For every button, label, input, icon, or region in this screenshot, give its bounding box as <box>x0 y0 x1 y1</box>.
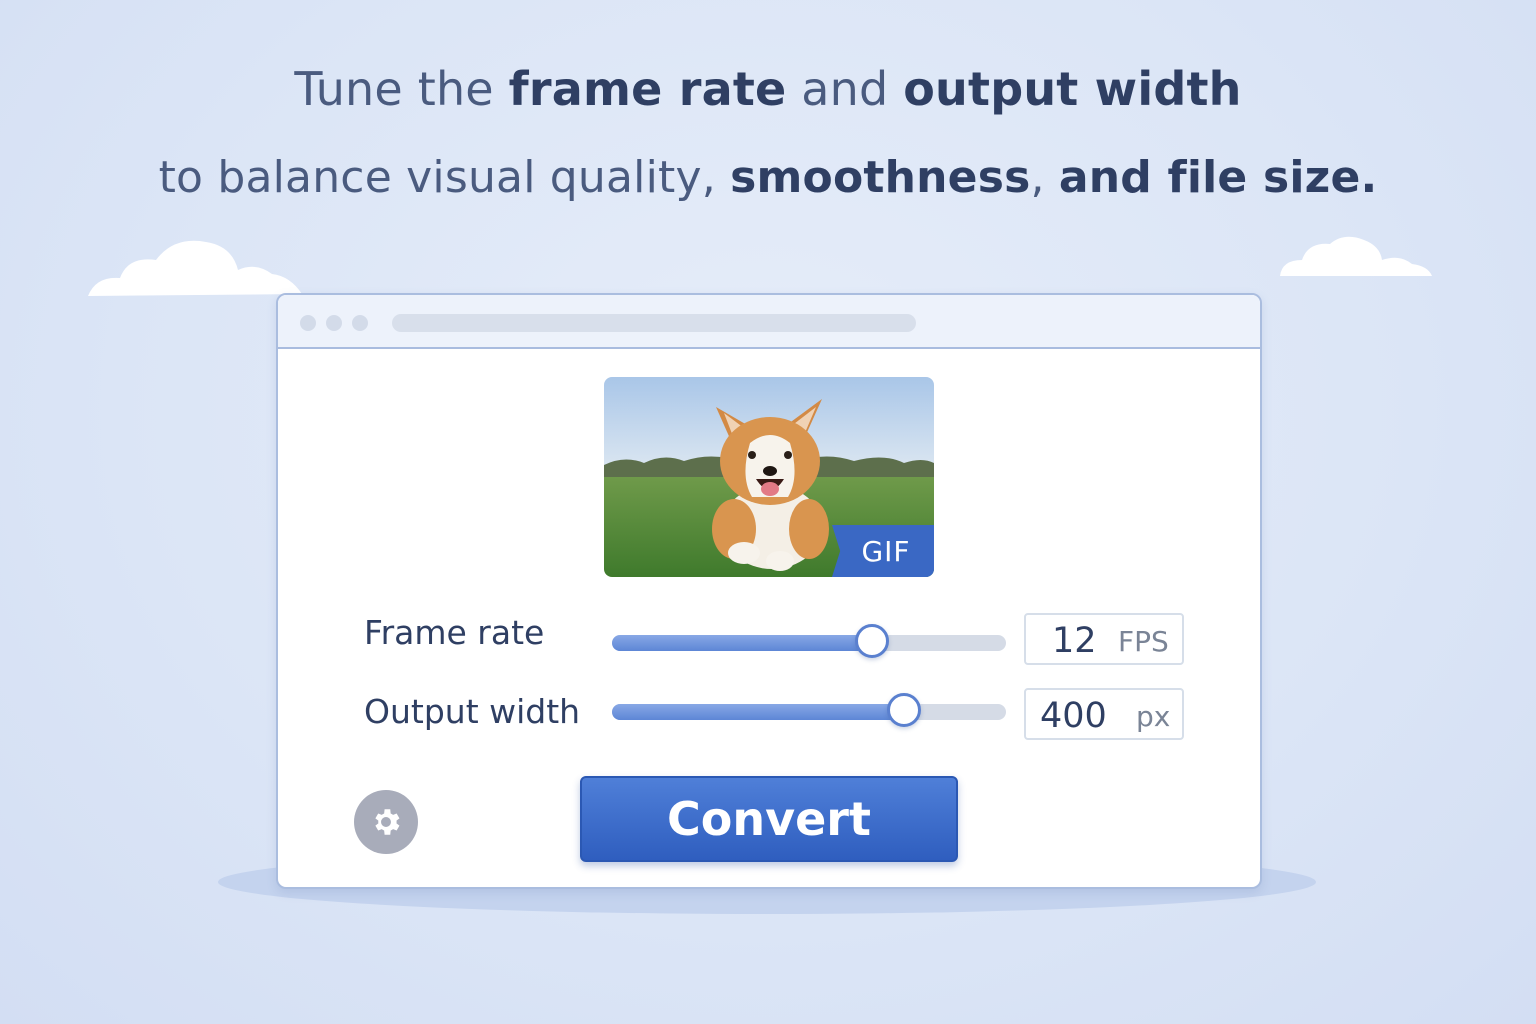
frame-rate-slider[interactable] <box>612 624 1006 658</box>
headline-line-2: to balance visual quality, smoothness, a… <box>0 152 1536 203</box>
output-width-value: 400 <box>1040 696 1107 736</box>
frame-rate-slider-thumb[interactable] <box>855 624 890 658</box>
window-dot-3[interactable] <box>352 315 368 331</box>
headline-segment: and <box>786 62 904 116</box>
gear-icon <box>375 809 400 835</box>
title-bar <box>278 295 1260 349</box>
output-width-slider-thumb[interactable] <box>886 693 921 727</box>
headline-segment: frame rate <box>508 62 787 116</box>
frame-rate-unit: FPS <box>1118 625 1169 658</box>
headline-segment: and file size. <box>1058 152 1378 203</box>
address-bar[interactable] <box>392 314 916 332</box>
window-dot-1[interactable] <box>300 315 316 331</box>
headline-segment: Tune the <box>294 62 509 116</box>
convert-button[interactable]: Convert <box>580 776 958 862</box>
frame-rate-label: Frame rate <box>364 613 545 652</box>
cloud-right <box>1280 236 1432 276</box>
headline-segment: , <box>1030 152 1059 203</box>
frame-rate-input[interactable]: 12 FPS <box>1024 613 1184 665</box>
headline-segment: output width <box>903 62 1242 116</box>
gif-badge: GIF <box>832 525 934 577</box>
headline-segment: smoothness <box>730 152 1031 203</box>
app-window: GIF Frame rate 12 FPS Output width 400 p… <box>276 293 1262 889</box>
frame-rate-value: 12 <box>1052 621 1097 661</box>
headline-line-1: Tune the frame rate and output width <box>0 62 1536 116</box>
gif-preview: GIF <box>604 377 934 577</box>
output-width-slider[interactable] <box>612 693 1006 727</box>
headline-segment: to balance visual quality, <box>158 152 731 203</box>
window-dot-2[interactable] <box>326 315 342 331</box>
output-width-slider-fill <box>612 704 904 720</box>
settings-button[interactable] <box>354 790 418 854</box>
output-width-input[interactable]: 400 px <box>1024 688 1184 740</box>
output-width-label: Output width <box>364 692 581 731</box>
output-width-unit: px <box>1136 700 1171 733</box>
frame-rate-slider-fill <box>612 635 873 651</box>
cloud-left <box>88 240 302 296</box>
